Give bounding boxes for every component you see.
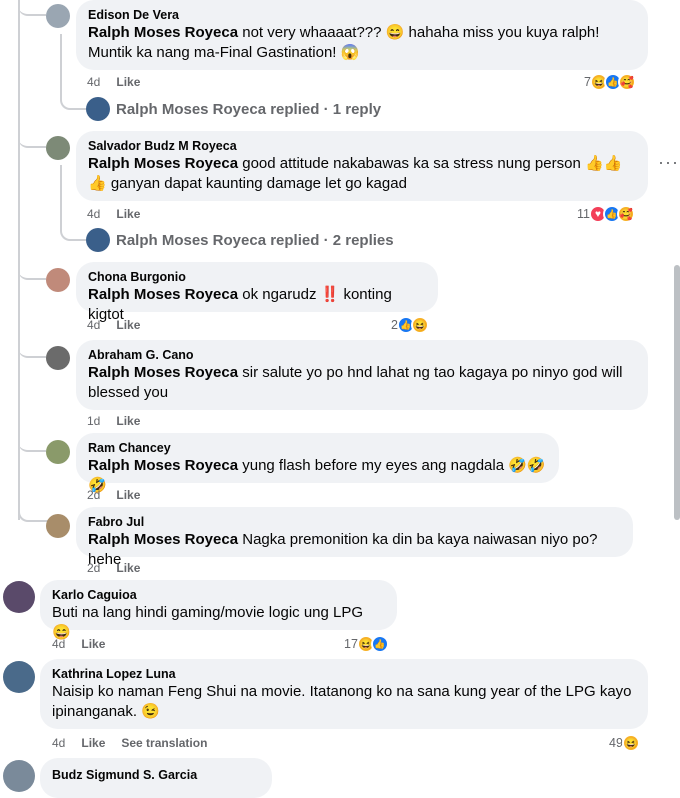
comment-bubble: Fabro Jul Ralph Moses Royeca Nagka premo…: [76, 507, 633, 568]
view-replies[interactable]: Ralph Moses Royeca replied · 2 replies: [86, 228, 394, 252]
comment-age[interactable]: 2d: [87, 561, 100, 575]
like-button[interactable]: Like: [81, 736, 105, 750]
reaction-count: 17: [344, 637, 358, 651]
reply-summary[interactable]: Ralph Moses Royeca replied · 2 replies: [116, 232, 394, 249]
comment-age[interactable]: 4d: [87, 318, 100, 332]
reaction-summary[interactable]: 2 👍 😆: [391, 316, 429, 334]
thread-elbow: [18, 342, 46, 358]
comment-actions: 4d Like: [87, 75, 140, 89]
avatar[interactable]: [3, 661, 35, 693]
reply-elbow: [60, 88, 86, 110]
comment-actions: 1d Like: [87, 414, 140, 428]
haha-reaction-icon: 😆: [621, 734, 640, 752]
comment-bubble: Abraham G. Cano Ralph Moses Royeca sir s…: [76, 340, 648, 410]
comment-age[interactable]: 4d: [87, 75, 100, 89]
comment-text: Ralph Moses Royeca good attitude nakabaw…: [88, 154, 636, 194]
thread-elbow: [18, 132, 46, 148]
see-translation-link[interactable]: See translation: [121, 736, 207, 750]
like-button[interactable]: Like: [116, 488, 140, 502]
care-reaction-icon: 🥰: [617, 73, 636, 91]
comment-bubble: Karlo Caguioa Buti na lang hindi gaming/…: [40, 580, 397, 641]
comment-bubble: Ram Chancey Ralph Moses Royeca yung flas…: [76, 433, 559, 494]
comment-text: Naisip ko naman Feng Shui na movie. Itat…: [52, 683, 632, 720]
avatar[interactable]: [46, 136, 70, 160]
comment-bubble: Budz Sigmund S. Garcia: [40, 758, 272, 798]
more-options-icon[interactable]: ···: [658, 152, 679, 173]
reaction-count: 49: [609, 736, 623, 750]
like-reaction-icon: 👍: [370, 635, 389, 653]
comment-actions: 2d Like: [87, 488, 140, 502]
like-button[interactable]: Like: [81, 637, 105, 651]
mention[interactable]: Ralph Moses Royeca: [88, 24, 238, 41]
comment-author[interactable]: Abraham G. Cano: [88, 347, 636, 363]
avatar[interactable]: [46, 268, 70, 292]
avatar[interactable]: [46, 440, 70, 464]
reply-elbow: [60, 219, 86, 241]
comment-text: Ralph Moses Royeca yung flash before my …: [88, 456, 547, 496]
comment-actions: 2d Like: [87, 561, 140, 575]
thread-elbow: [18, 506, 48, 522]
comment-bubble: Salvador Budz M Royeca Ralph Moses Royec…: [76, 131, 648, 201]
comment-bubble: Edison De Vera Ralph Moses Royeca not ve…: [76, 0, 648, 70]
mention[interactable]: Ralph Moses Royeca: [88, 155, 238, 172]
comment-bubble: Kathrina Lopez Luna Naisip ko naman Feng…: [40, 659, 648, 729]
comment-actions: 4d Like: [87, 318, 140, 332]
avatar[interactable]: [46, 514, 70, 538]
like-button[interactable]: Like: [116, 75, 140, 89]
like-button[interactable]: Like: [116, 561, 140, 575]
thread-elbow: [18, 264, 46, 280]
thread-elbow: [18, 0, 46, 16]
comment-author[interactable]: Karlo Caguioa: [52, 587, 385, 603]
comment-actions: 4d Like: [52, 637, 105, 651]
thread-elbow: [18, 436, 46, 452]
comment-author[interactable]: Chona Burgonio: [88, 269, 426, 285]
mention[interactable]: Ralph Moses Royeca: [88, 531, 238, 548]
comment-text: Ralph Moses Royeca Nagka premonition ka …: [88, 530, 621, 570]
reaction-summary[interactable]: 17 😆 👍: [344, 635, 389, 653]
avatar[interactable]: [3, 760, 35, 792]
avatar: [86, 228, 110, 252]
reaction-summary[interactable]: 7 😆 👍 🥰: [584, 73, 636, 91]
mention[interactable]: Ralph Moses Royeca: [88, 286, 238, 303]
comment-author[interactable]: Budz Sigmund S. Garcia: [52, 767, 260, 783]
reply-summary[interactable]: Ralph Moses Royeca replied · 1 reply: [116, 101, 381, 118]
reaction-summary[interactable]: 11 ♥ 👍 🥰: [577, 205, 635, 223]
avatar[interactable]: [46, 346, 70, 370]
comment-age[interactable]: 2d: [87, 488, 100, 502]
like-button[interactable]: Like: [116, 207, 140, 221]
comment-age[interactable]: 4d: [87, 207, 100, 221]
comment-author[interactable]: Ram Chancey: [88, 440, 547, 456]
like-button[interactable]: Like: [116, 414, 140, 428]
avatar: [86, 97, 110, 121]
comment-text: Ralph Moses Royeca sir salute yo po hnd …: [88, 363, 636, 403]
like-button[interactable]: Like: [116, 318, 140, 332]
comment-author[interactable]: Salvador Budz M Royeca: [88, 138, 636, 154]
comment-author[interactable]: Kathrina Lopez Luna: [52, 666, 636, 682]
mention[interactable]: Ralph Moses Royeca: [88, 457, 238, 474]
comment-author[interactable]: Fabro Jul: [88, 514, 621, 530]
comment-actions: 4d Like See translation: [52, 736, 207, 750]
comment-author[interactable]: Edison De Vera: [88, 7, 636, 23]
reaction-summary[interactable]: 49 😆: [609, 734, 640, 752]
avatar[interactable]: [46, 4, 70, 28]
comment-bubble: Chona Burgonio Ralph Moses Royeca ok nga…: [76, 262, 438, 323]
comment-age[interactable]: 4d: [52, 637, 65, 651]
view-replies[interactable]: Ralph Moses Royeca replied · 1 reply: [86, 97, 381, 121]
scrollbar[interactable]: [674, 265, 680, 520]
haha-reaction-icon: 😆: [410, 316, 429, 334]
comment-text: Ralph Moses Royeca not very whaaaat??? 😄…: [88, 23, 636, 63]
mention[interactable]: Ralph Moses Royeca: [88, 364, 238, 381]
comment-actions: 4d Like: [87, 207, 140, 221]
avatar[interactable]: [3, 581, 35, 613]
comment-age[interactable]: 1d: [87, 414, 100, 428]
comment-age[interactable]: 4d: [52, 736, 65, 750]
care-reaction-icon: 🥰: [616, 205, 635, 223]
